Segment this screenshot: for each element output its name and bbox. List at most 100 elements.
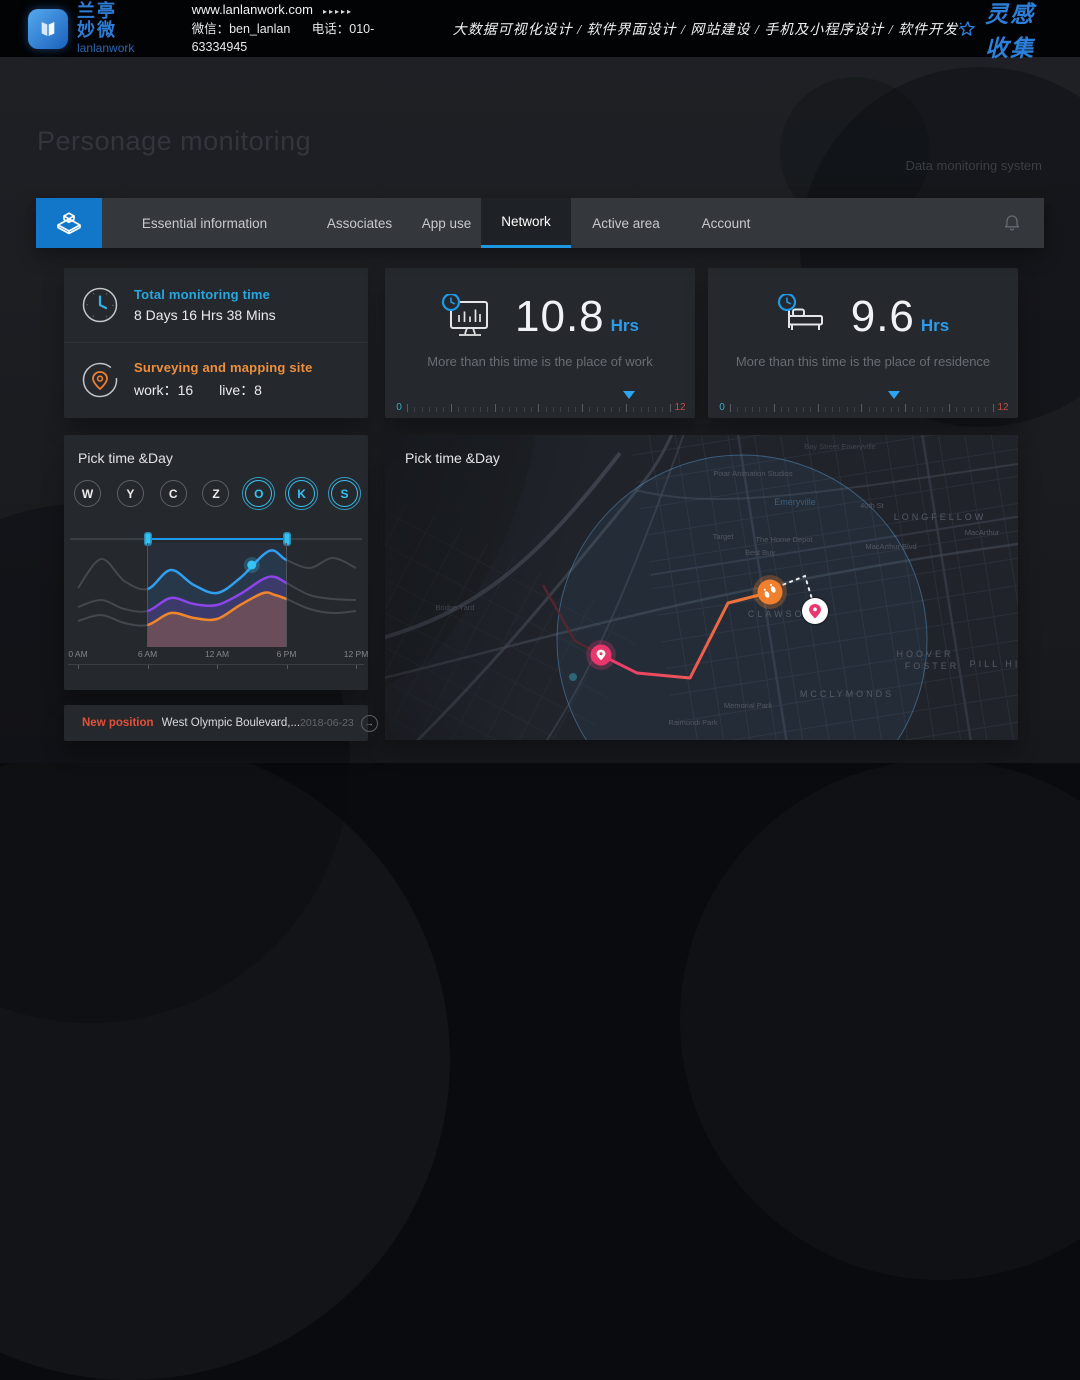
total-monitoring-row: Total monitoring time 8 Days 16 Hrs 38 M… (64, 268, 368, 342)
tabs-holder: Essential informationAssociatesApp useNe… (102, 198, 771, 248)
tab-network[interactable]: Network (481, 198, 571, 248)
map-place-label: Memorial Park (724, 701, 773, 710)
scale-tick (429, 407, 430, 412)
scale-tick (662, 407, 663, 412)
tab-essential-information[interactable]: Essential information (102, 198, 307, 248)
axis-label: 6 PM (277, 649, 297, 659)
tab-account[interactable]: Account (681, 198, 771, 248)
bed-clock-icon (777, 294, 831, 340)
day-button-k[interactable]: K (288, 480, 315, 507)
scale-tick (589, 407, 590, 412)
residence-hours-row: 9.6Hrs (708, 268, 1018, 342)
tab-app-use[interactable]: App use (412, 198, 481, 248)
map-place-label: Target (713, 532, 735, 541)
day-button-y[interactable]: Y (117, 480, 144, 507)
inspiration-collect[interactable]: 灵感收集 (958, 0, 1058, 63)
day-button-c[interactable]: C (160, 480, 187, 507)
alert-address: West Olympic Boulevard,... (162, 717, 300, 729)
axis-line (68, 664, 364, 665)
scale-tick (788, 407, 789, 412)
total-monitoring-text: Total monitoring time 8 Days 16 Hrs 38 M… (134, 287, 276, 323)
scale-tick (480, 407, 481, 412)
scale-tick (774, 404, 775, 412)
scale-tick (964, 407, 965, 412)
page-title: Personage monitoring (37, 126, 311, 157)
scale-tick (516, 407, 517, 412)
tab-associates[interactable]: Associates (307, 198, 412, 248)
scale-tick (458, 407, 459, 412)
scale-tick (502, 407, 503, 412)
pick-card-title: Pick time &Day (78, 450, 173, 466)
scale-tick (883, 407, 884, 412)
residence-hours-unit: Hrs (921, 316, 949, 335)
map-place-label: Bay Street Emeryville (804, 442, 876, 451)
map-place-label: MacArthur Blvd (865, 542, 916, 551)
scale-tick (818, 404, 819, 412)
scale-tick (781, 407, 782, 412)
scale-tick (847, 407, 848, 412)
axis-label: 0 AM (68, 649, 87, 659)
scale-tick (568, 407, 569, 412)
book-icon (34, 15, 62, 43)
map-marker-start[interactable] (586, 640, 616, 670)
scale-marker[interactable] (888, 391, 900, 399)
scale-tick (436, 407, 437, 412)
day-button-o[interactable]: O (245, 480, 272, 507)
tab-bar: Essential informationAssociatesApp useNe… (36, 198, 1044, 248)
scale-tick (869, 407, 870, 412)
day-button-w[interactable]: W (74, 480, 101, 507)
module-icon-button[interactable] (36, 198, 102, 248)
day-button-z[interactable]: Z (202, 480, 229, 507)
scale-tick (803, 407, 804, 412)
work-value: 16 (178, 382, 194, 398)
scale-tick (898, 407, 899, 412)
scale-tick (985, 407, 986, 412)
alert-label: New position (82, 717, 154, 729)
scale-tick (759, 407, 760, 412)
location-map-card: LONGFELLOWCLAWSONMCCLYMONDSHOOVERFOSTERP… (385, 435, 1018, 740)
map-place-label: Emeryville (774, 497, 816, 507)
arrows-decoration: ▸▸▸▸▸ (323, 7, 353, 16)
chart-highlight-dot[interactable] (247, 561, 256, 570)
map-district-label: MCCLYMONDS (800, 689, 894, 699)
scale-tick (604, 407, 605, 412)
monitoring-summary-card: Total monitoring time 8 Days 16 Hrs 38 M… (64, 268, 368, 418)
scale-tick (854, 407, 855, 412)
brand-text: 兰亭妙微 lanlanwork (77, 2, 137, 54)
scale-tick (575, 407, 576, 412)
scale-ticks (407, 403, 671, 412)
scale-tick (920, 407, 921, 412)
tab-active-area[interactable]: Active area (571, 198, 681, 248)
scale-marker[interactable] (623, 391, 635, 399)
alert-detail-button[interactable]: → (361, 715, 378, 732)
monitor-clock-icon (441, 294, 495, 340)
location-pin-icon (80, 360, 120, 400)
scale-tick (641, 407, 642, 412)
scale-tick (407, 404, 408, 412)
scale-tick (509, 407, 510, 412)
work-hours-row: 10.8Hrs (385, 268, 695, 342)
axis-label: 12 PM (344, 649, 369, 659)
axis-label: 12 AM (205, 649, 229, 659)
axis-tick (356, 665, 357, 669)
map-canvas[interactable]: LONGFELLOWCLAWSONMCCLYMONDSHOOVERFOSTERP… (385, 435, 1018, 740)
map-marker-current[interactable] (753, 575, 787, 609)
scale-tick (473, 407, 474, 412)
slider-active-range[interactable] (148, 538, 287, 540)
total-monitoring-value: 8 Days 16 Hrs 38 Mins (134, 307, 276, 323)
live-label: live： (219, 382, 254, 398)
scale-tick (443, 407, 444, 412)
scale-min: 0 (391, 402, 407, 413)
brand-logo[interactable] (28, 9, 68, 49)
map-marker-destination[interactable] (801, 597, 830, 626)
scale-tick (633, 407, 634, 412)
new-position-alert[interactable]: New position West Olympic Boulevard,... … (64, 705, 368, 741)
background-shape (0, 740, 450, 1380)
system-watermark: Data monitoring system (905, 158, 1042, 173)
day-button-s[interactable]: S (331, 480, 358, 507)
alert-date: 2018-06-23 (300, 717, 354, 729)
scale-max: 12 (671, 402, 689, 413)
scale-tick (810, 407, 811, 412)
website-link[interactable]: www.lanlanwork.com (192, 2, 313, 17)
bell-icon[interactable] (1002, 213, 1022, 233)
